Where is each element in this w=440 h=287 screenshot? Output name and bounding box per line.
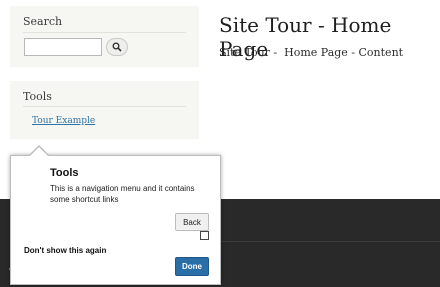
popup-text: This is a navigation menu and it contain… xyxy=(50,184,195,204)
footer-divider xyxy=(220,241,440,242)
popup-title: Tools xyxy=(50,167,79,179)
search-input[interactable] xyxy=(24,38,102,56)
back-button[interactable]: Back xyxy=(175,213,209,231)
search-button[interactable] xyxy=(106,38,128,56)
search-block-divider xyxy=(23,32,186,33)
tools-block: Tools Tour Example xyxy=(10,81,199,139)
tools-block-title: Tools xyxy=(23,90,52,103)
tour-example-link[interactable]: Tour Example xyxy=(32,116,95,126)
search-icon xyxy=(112,42,122,52)
search-block: Search xyxy=(10,6,199,67)
dont-show-checkbox[interactable] xyxy=(200,231,209,240)
tour-popup: Tools This is a navigation menu and it c… xyxy=(10,145,221,285)
tools-block-divider xyxy=(23,106,186,107)
popup-pointer-fill xyxy=(29,147,49,157)
done-button[interactable]: Done xyxy=(175,257,209,276)
dont-show-label: Don't show this again xyxy=(24,246,107,255)
search-block-title: Search xyxy=(23,15,63,28)
page-content: Site Tour - Home Page - Content xyxy=(219,46,404,59)
